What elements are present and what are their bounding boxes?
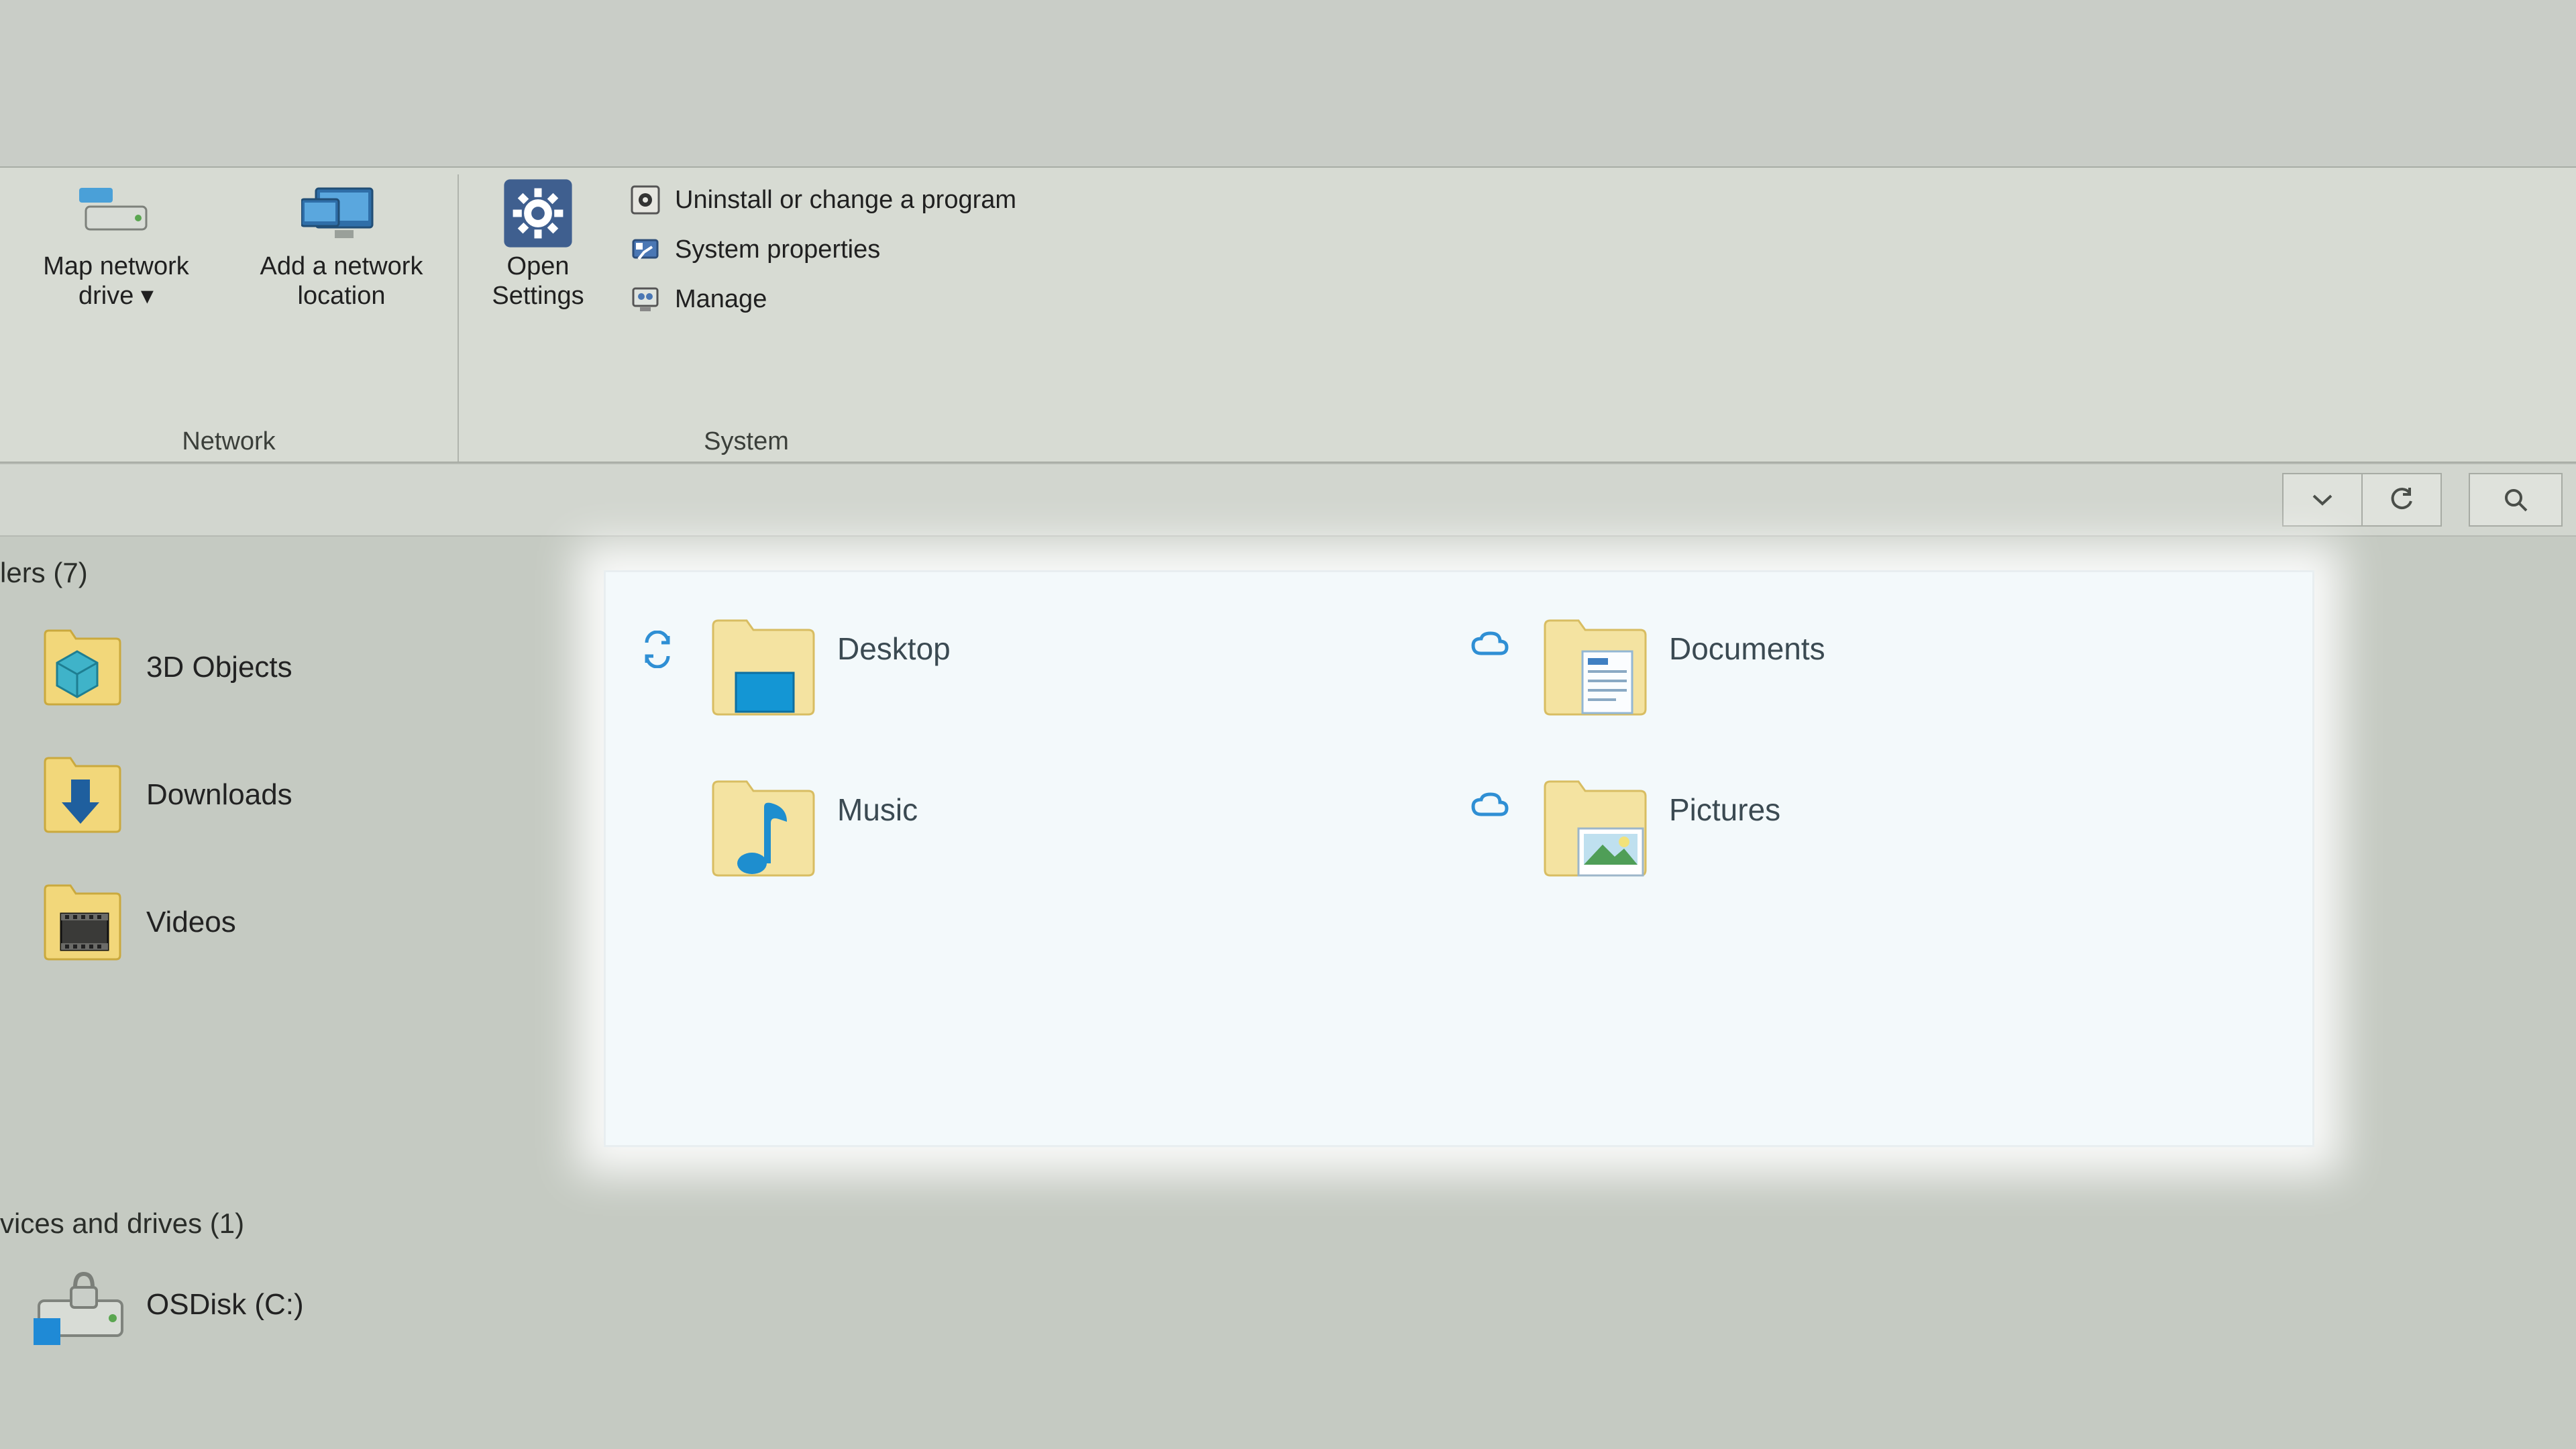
folder-videos[interactable]: Videos xyxy=(0,859,604,986)
drive-osdisk[interactable]: OSDisk (C:) xyxy=(0,1254,304,1355)
status-empty xyxy=(631,771,684,792)
search-button[interactable] xyxy=(2469,473,2563,527)
ribbon-group-network: Map network drive ▾ Add a network locati… xyxy=(0,174,459,462)
cube-icon xyxy=(34,621,127,714)
manage-button[interactable]: Manage xyxy=(623,278,1022,321)
cloud-icon xyxy=(1462,771,1516,821)
download-icon xyxy=(34,748,127,842)
history-dropdown-button[interactable] xyxy=(2282,473,2363,527)
folder-3d-objects[interactable]: 3D Objects xyxy=(0,604,604,731)
gear-icon xyxy=(498,180,578,247)
window-titlebar xyxy=(0,0,2576,168)
cloud-icon xyxy=(1462,610,1516,660)
uninstall-program-label: Uninstall or change a program xyxy=(675,186,1016,215)
documents-folder-icon xyxy=(1532,610,1653,724)
manage-icon xyxy=(628,282,663,317)
content-pane: lers (7) 3D Objects xyxy=(0,537,2576,1449)
folder-label: Pictures xyxy=(1669,771,1780,828)
uninstall-program-button[interactable]: Uninstall or change a program xyxy=(623,178,1022,221)
sync-icon xyxy=(631,610,684,668)
devices-section: vices and drives (1) OSDisk (C:) xyxy=(0,1201,304,1355)
system-properties-label: System properties xyxy=(675,235,880,264)
folder-documents[interactable]: Documents xyxy=(1462,610,2254,724)
manage-label: Manage xyxy=(675,285,767,314)
drive-icon xyxy=(34,1258,127,1352)
system-properties-button[interactable]: System properties xyxy=(623,228,1022,271)
folders-header: lers (7) xyxy=(0,550,604,604)
refresh-button[interactable] xyxy=(2361,473,2442,527)
uninstall-icon xyxy=(628,182,663,217)
folder-label: Documents xyxy=(1669,610,1825,667)
open-settings-button[interactable]: Open Settings xyxy=(471,174,605,311)
folder-pictures[interactable]: Pictures xyxy=(1462,771,2254,885)
folder-label: Desktop xyxy=(837,610,951,667)
folder-label: Videos xyxy=(146,906,236,939)
folder-music[interactable]: Music xyxy=(631,771,1422,885)
folder-label: 3D Objects xyxy=(146,651,292,684)
properties-icon xyxy=(628,232,663,267)
address-bar xyxy=(0,463,2576,537)
desktop-folder-icon xyxy=(700,610,821,724)
ribbon-group-system: Open Settings Uninstall or change a prog… xyxy=(459,174,1034,462)
ribbon: Map network drive ▾ Add a network locati… xyxy=(0,168,2576,463)
spotlight-panel: Desktop xyxy=(604,570,2314,1147)
add-network-location-icon xyxy=(301,180,382,247)
folder-desktop[interactable]: Desktop xyxy=(631,610,1422,724)
map-network-drive-button[interactable]: Map network drive ▾ xyxy=(12,174,220,311)
map-network-drive-label: Map network drive ▾ xyxy=(12,252,220,311)
ribbon-group-label-network: Network xyxy=(0,427,458,456)
music-folder-icon xyxy=(700,771,821,885)
folder-label: Downloads xyxy=(146,778,292,812)
add-network-location-label: Add a network location xyxy=(237,252,445,311)
folder-label: Music xyxy=(837,771,918,828)
devices-header: vices and drives (1) xyxy=(0,1201,304,1254)
pictures-folder-icon xyxy=(1532,771,1653,885)
folders-column: lers (7) 3D Objects xyxy=(0,550,604,986)
open-settings-label: Open Settings xyxy=(471,252,605,311)
ribbon-group-label-system: System xyxy=(459,427,1034,456)
film-icon xyxy=(34,875,127,969)
folder-downloads[interactable]: Downloads xyxy=(0,731,604,859)
drive-label: OSDisk (C:) xyxy=(146,1288,304,1322)
network-drive-icon xyxy=(76,180,156,247)
add-network-location-button[interactable]: Add a network location xyxy=(237,174,445,311)
